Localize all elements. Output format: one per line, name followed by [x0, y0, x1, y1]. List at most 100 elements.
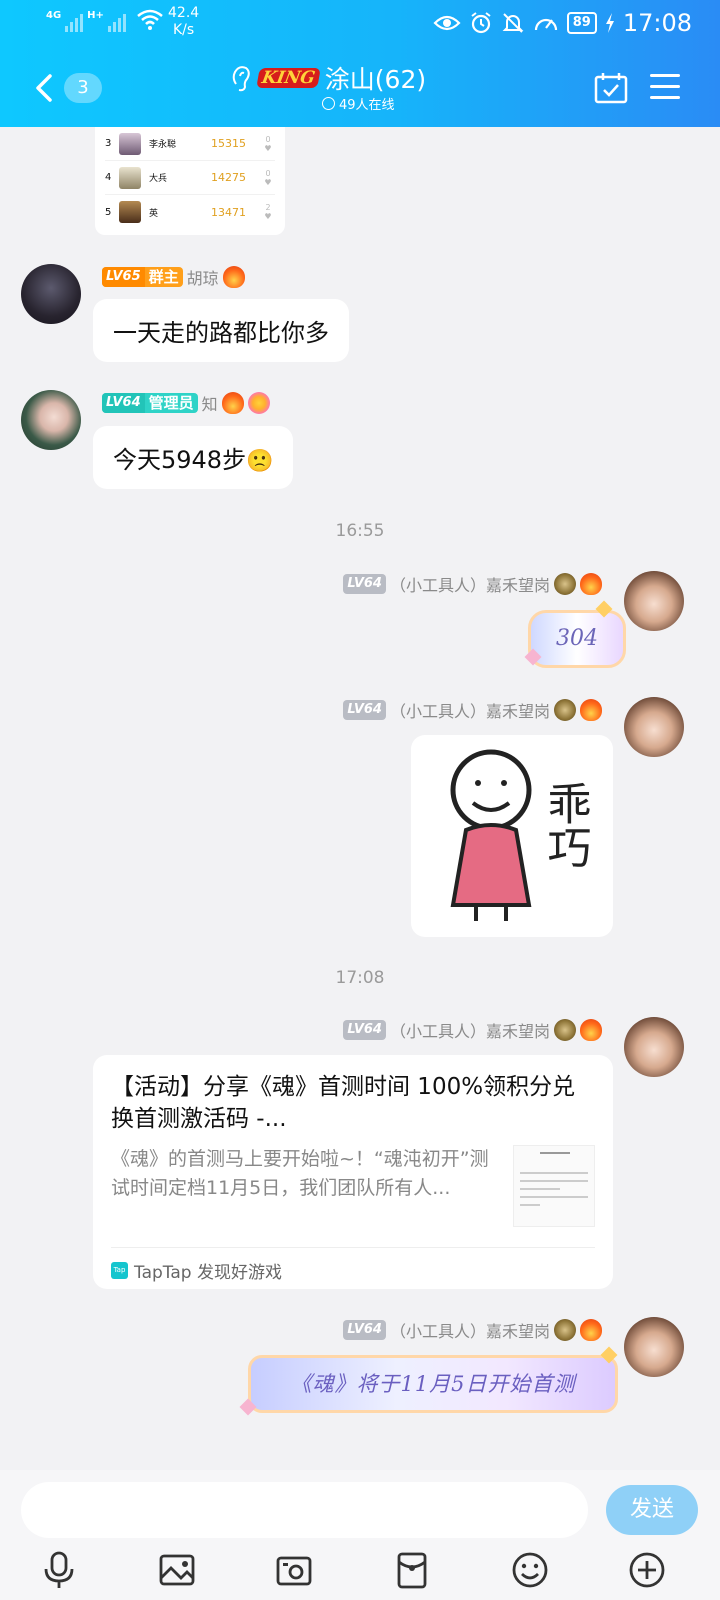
speed-value: 42.4	[168, 5, 200, 21]
network-type-1: 4G	[46, 10, 62, 21]
rank-avatar	[119, 201, 141, 223]
owner-level-badge: LV65 群主	[102, 267, 183, 287]
link-card-thumbnail	[513, 1145, 595, 1227]
fire-icon: .	[221, 392, 244, 414]
level-badge: LV64	[343, 1020, 386, 1040]
role-text: 管理员	[148, 394, 194, 412]
level-text: LV64	[102, 393, 145, 413]
link-card-source: Tap TapTap 发现好游戏	[111, 1247, 595, 1283]
message-input[interactable]	[21, 1482, 588, 1538]
avatar[interactable]	[624, 1017, 684, 1077]
message-text: 今天5948步	[113, 446, 247, 474]
fire-icon: .	[580, 573, 602, 595]
fire-icon: .	[222, 266, 245, 288]
rank-row: 3 李永聪 15315 0 ♥	[105, 127, 275, 161]
sender-meta: LV64 （小工具人）嘉禾望岗 .	[343, 1318, 602, 1342]
level-text: LV65	[102, 267, 145, 287]
group-title-area[interactable]: KING 涂山(62)	[230, 60, 426, 96]
sender-name[interactable]: （小工具人）嘉禾望岗	[390, 1018, 550, 1042]
sticker-message[interactable]: 304	[528, 610, 626, 668]
avatar[interactable]	[624, 697, 684, 757]
emoji-icon[interactable]	[510, 1550, 550, 1590]
signal-icon-2	[107, 8, 126, 32]
timestamp: 17:08	[335, 968, 385, 988]
unread-count-badge[interactable]: 3	[64, 73, 102, 103]
rank-name: 英	[149, 208, 159, 219]
sender-name[interactable]: （小工具人）嘉禾望岗	[390, 1318, 550, 1342]
avatar[interactable]	[21, 264, 81, 324]
avatar[interactable]	[21, 390, 81, 450]
sender-meta: LV64 （小工具人）嘉禾望岗 .	[343, 572, 602, 596]
fire-icon: .	[580, 1319, 602, 1341]
role-text: 群主	[148, 268, 179, 286]
group-title: 涂山(62)	[324, 65, 427, 94]
wifi-icon	[137, 9, 163, 30]
camera-icon[interactable]	[274, 1550, 314, 1590]
sticker-caption: 乖巧	[540, 781, 591, 869]
plus-icon[interactable]	[627, 1550, 667, 1590]
speed-gauge-icon	[534, 18, 557, 31]
message-bubble[interactable]: 今天5948步🙁	[93, 426, 294, 489]
level-badge: LV64	[343, 700, 386, 720]
level-badge: LV64	[343, 574, 386, 594]
link-card-description: 《魂》的首测马上要开始啦~！“魂沌初开”测试时间定档11月5日，我们团队所有人.…	[111, 1148, 489, 1199]
send-button[interactable]: 发送	[606, 1485, 698, 1535]
chat-header: 4G H+ 42.4 K/s 89 17:08 3 KING 涂山(62) 49…	[0, 0, 720, 127]
link-card-title: 【活动】分享《魂》首测时间 100%领积分兑换首测激活码 -...	[111, 1074, 576, 1132]
taptap-logo-icon: Tap	[111, 1262, 128, 1279]
earpiece-icon[interactable]	[230, 64, 252, 92]
mute-icon	[502, 13, 524, 33]
sender-name[interactable]: （小工具人）嘉禾望岗	[390, 698, 550, 722]
banner-sticker-message[interactable]: 《魂》将于11月5日开始首测	[248, 1355, 618, 1413]
microphone-icon[interactable]	[39, 1550, 79, 1590]
signal-area: 4G H+	[46, 8, 164, 32]
input-toolbar	[0, 1550, 720, 1590]
rank-number: 3	[105, 138, 112, 149]
speed-unit: K/s	[172, 22, 195, 38]
level-text: LV64	[347, 1022, 382, 1037]
signal-icon-1	[65, 8, 84, 32]
rank-like-count: 0	[265, 134, 271, 144]
message-bubble[interactable]: 一天走的路都比你多	[93, 299, 349, 362]
sender-meta: LV64 （小工具人）嘉禾望岗 .	[343, 1018, 602, 1042]
image-icon[interactable]	[157, 1550, 197, 1590]
status-icons: 89 17:08	[433, 9, 692, 37]
avatar[interactable]	[624, 1317, 684, 1377]
red-packet-icon[interactable]	[392, 1550, 432, 1590]
rank-name: 大兵	[149, 174, 168, 184]
sender-name[interactable]: 胡琼	[187, 265, 219, 289]
link-share-card[interactable]: 【活动】分享《魂》首测时间 100%领积分兑换首测激活码 -... 《魂》的首测…	[93, 1055, 613, 1289]
link-card-source-text: TapTap 发现好游戏	[134, 1263, 282, 1283]
level-text: LV64	[347, 702, 382, 717]
network-type-2: H+	[87, 10, 104, 21]
calendar-check-icon[interactable]	[594, 72, 628, 104]
level-text: LV64	[347, 1322, 382, 1337]
sender-meta: LV65群主 胡琼 .	[102, 265, 245, 289]
charging-icon	[605, 13, 614, 33]
status-bar: 4G H+ 42.4 K/s 89 17:08	[0, 0, 720, 48]
rank-score: 15315	[211, 137, 246, 150]
check-circle-icon	[322, 97, 335, 110]
online-count: 49人在线	[339, 98, 395, 113]
clock: 17:08	[622, 9, 692, 37]
medal-icon	[554, 1019, 576, 1041]
fire-icon: .	[580, 699, 602, 721]
image-sticker[interactable]: 乖巧	[411, 735, 613, 937]
rank-name: 李永聪	[149, 140, 177, 150]
sender-name[interactable]: 知	[202, 391, 218, 415]
sender-meta: LV64 （小工具人）嘉禾望岗 .	[343, 698, 602, 722]
rank-like-count: 0	[265, 168, 271, 178]
rank-avatar	[119, 166, 141, 189]
back-arrow-icon[interactable]	[30, 70, 60, 106]
medal-icon	[554, 573, 576, 595]
battery-level: 89	[566, 12, 597, 34]
sender-name[interactable]: （小工具人）嘉禾望岗	[390, 572, 550, 596]
rank-card[interactable]: 3 李永聪 15315 0 ♥ 4 大兵 14275 0 ♥ 5 英 13471 2…	[95, 127, 285, 235]
avatar[interactable]	[624, 571, 684, 631]
admin-level-badge: LV64 管理员	[102, 393, 198, 413]
menu-icon[interactable]	[650, 74, 680, 100]
chat-area[interactable]: 3 李永聪 15315 0 ♥ 4 大兵 14275 0 ♥ 5 英 13471 2…	[0, 127, 720, 1470]
rank-score: 14275	[211, 171, 246, 184]
flower-icon	[247, 392, 270, 414]
medal-icon	[554, 699, 576, 721]
